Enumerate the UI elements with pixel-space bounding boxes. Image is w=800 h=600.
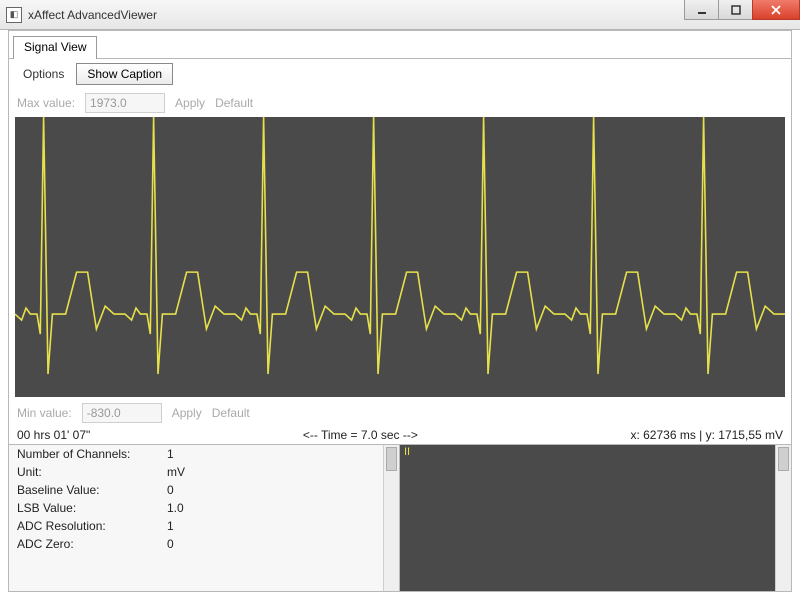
info-table: Number of Channels:1Unit:mVBaseline Valu…	[9, 445, 399, 591]
tab-bar: Signal View	[9, 31, 791, 59]
info-label: ADC Resolution:	[17, 519, 167, 533]
info-value: 0	[167, 537, 174, 551]
max-value-label: Max value:	[17, 96, 75, 110]
scroll-thumb[interactable]	[778, 447, 789, 471]
status-cursor-coords: x: 62736 ms | y: 1715,55 mV	[630, 428, 783, 442]
options-menu[interactable]: Options	[15, 64, 72, 84]
status-time-window: <-- Time = 7.0 sec -->	[90, 428, 630, 442]
info-label: Number of Channels:	[17, 447, 167, 461]
minimize-button[interactable]	[684, 0, 718, 20]
info-label: Unit:	[17, 465, 167, 479]
min-value-input[interactable]	[82, 403, 162, 423]
max-value-input[interactable]	[85, 93, 165, 113]
info-value: 0	[167, 483, 174, 497]
close-button[interactable]	[752, 0, 800, 20]
status-bar: 00 hrs 01' 07" <-- Time = 7.0 sec --> x:…	[9, 427, 791, 444]
maximize-icon	[731, 5, 741, 15]
channel-label: II	[404, 446, 410, 458]
info-row: ADC Resolution:1	[9, 517, 399, 535]
signal-viewport[interactable]	[15, 117, 785, 397]
info-row: Unit:mV	[9, 463, 399, 481]
scroll-thumb[interactable]	[386, 447, 397, 471]
close-icon	[771, 5, 781, 15]
max-default-link[interactable]: Default	[215, 96, 253, 110]
channel-panel[interactable]: II	[400, 445, 791, 591]
maximize-button[interactable]	[718, 0, 752, 20]
window-buttons	[684, 0, 800, 20]
info-row: LSB Value:1.0	[9, 499, 399, 517]
minimize-icon	[697, 5, 707, 15]
info-row: Baseline Value:0	[9, 481, 399, 499]
info-label: LSB Value:	[17, 501, 167, 515]
info-row: ADC Zero:0	[9, 535, 399, 553]
show-caption-button[interactable]: Show Caption	[76, 63, 173, 85]
info-value: 1	[167, 447, 174, 461]
max-value-row: Max value: Apply Default	[9, 89, 791, 117]
signal-trace-svg	[15, 117, 785, 397]
min-value-label: Min value:	[17, 406, 72, 420]
client-area: Signal View Options Show Caption Max val…	[8, 30, 792, 592]
min-value-row: Min value: Apply Default	[9, 399, 791, 427]
max-apply-link[interactable]: Apply	[175, 96, 205, 110]
info-value: 1	[167, 519, 174, 533]
min-default-link[interactable]: Default	[212, 406, 250, 420]
channel-scrollbar[interactable]	[775, 445, 791, 591]
window-titlebar: ◧ xAffect AdvancedViewer	[0, 0, 800, 30]
info-panel: Number of Channels:1Unit:mVBaseline Valu…	[9, 445, 400, 591]
tab-signal-view[interactable]: Signal View	[13, 36, 97, 59]
bottom-panels: Number of Channels:1Unit:mVBaseline Valu…	[9, 444, 791, 591]
status-time-elapsed: 00 hrs 01' 07"	[17, 428, 90, 442]
min-apply-link[interactable]: Apply	[172, 406, 202, 420]
toolbar: Options Show Caption	[9, 59, 791, 89]
info-value: 1.0	[167, 501, 184, 515]
info-scrollbar[interactable]	[383, 445, 399, 591]
info-value: mV	[167, 465, 185, 479]
info-row: Number of Channels:1	[9, 445, 399, 463]
window-title: xAffect AdvancedViewer	[28, 8, 157, 22]
info-label: Baseline Value:	[17, 483, 167, 497]
app-icon: ◧	[6, 7, 22, 23]
info-label: ADC Zero:	[17, 537, 167, 551]
